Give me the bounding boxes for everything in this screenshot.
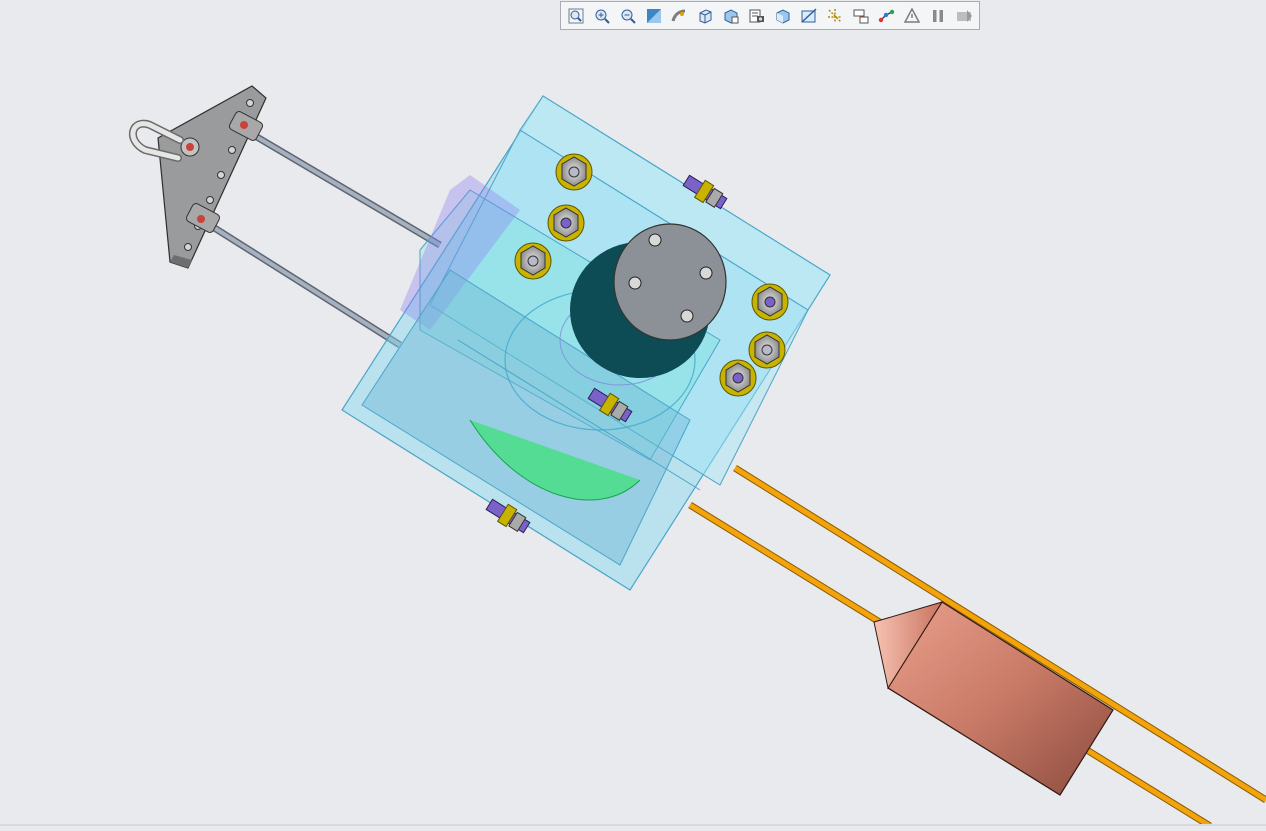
datum-display-icon — [827, 8, 842, 23]
perspective-icon — [776, 8, 790, 24]
perspective-view-button[interactable] — [772, 5, 794, 27]
view-manager-button[interactable] — [746, 5, 768, 27]
pause-button[interactable] — [927, 5, 949, 27]
display-style-icon — [699, 8, 712, 24]
shackle[interactable] — [128, 119, 184, 162]
route-display-button[interactable] — [876, 5, 898, 27]
rod-upper — [243, 126, 442, 249]
annotation-display-button[interactable] — [850, 5, 872, 27]
rod-lower — [203, 219, 402, 348]
repaint-icon — [646, 8, 661, 23]
zoom-fit-icon — [568, 8, 584, 23]
section-icon — [801, 7, 817, 23]
zoom-fit-button[interactable] — [565, 5, 587, 27]
route-display-icon — [879, 9, 895, 22]
pause-icon — [933, 9, 944, 22]
annotation-display-icon — [853, 9, 869, 23]
zoom-in-icon — [595, 9, 610, 24]
triangle-icon — [904, 6, 921, 23]
view-toolbar — [560, 1, 980, 30]
3d-viewport[interactable] — [0, 0, 1266, 829]
next-button[interactable] — [953, 5, 975, 27]
triangular-bracket[interactable] — [157, 85, 267, 269]
simplified-rep-button[interactable] — [901, 5, 923, 27]
zoom-in-button[interactable] — [591, 5, 613, 27]
spin-center-icon — [671, 9, 686, 21]
zoom-out-button[interactable] — [617, 5, 639, 27]
saved-orientations-icon — [724, 8, 739, 24]
section-button[interactable] — [798, 5, 820, 27]
spin-center-button[interactable] — [669, 5, 691, 27]
next-icon — [957, 9, 973, 22]
model-canvas[interactable] — [0, 0, 1266, 829]
view-manager-icon — [749, 9, 765, 22]
display-style-button[interactable] — [694, 5, 716, 27]
datum-display-button[interactable] — [824, 5, 846, 27]
repaint-button[interactable] — [643, 5, 665, 27]
zoom-out-icon — [621, 9, 636, 24]
saved-orientations-button[interactable] — [720, 5, 742, 27]
